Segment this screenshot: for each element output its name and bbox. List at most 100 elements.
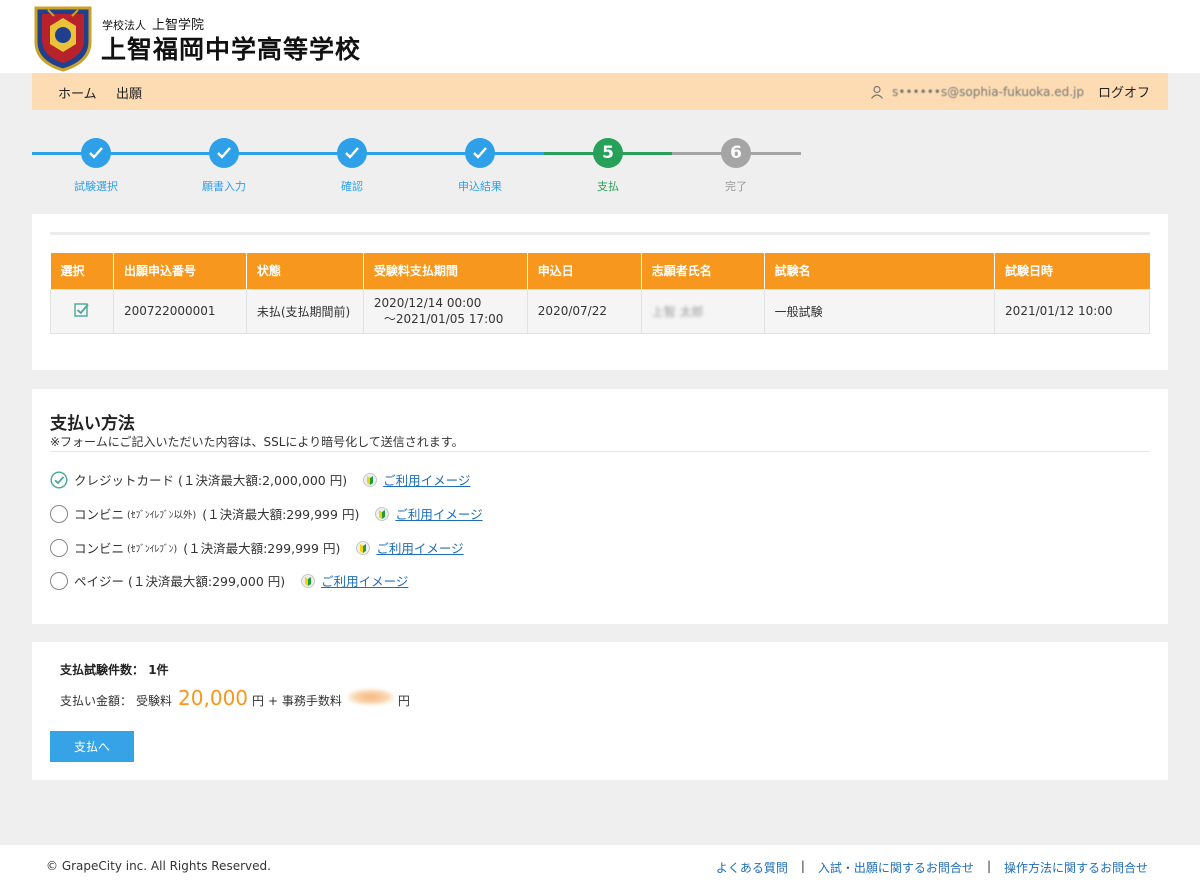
proceed-to-payment-button[interactable]: 支払へ	[50, 731, 134, 762]
col-header-select: 選択	[50, 253, 114, 289]
date-cell: 2020/07/22	[526, 288, 642, 334]
copyright: © GrapeCity inc. All Rights Reserved.	[46, 859, 271, 873]
footer-links: よくある質問 | 入試・出願に関するお問合せ | 操作方法に関するお問合せ	[715, 859, 1148, 876]
col-header-exam: 試験名	[764, 253, 996, 289]
radio-button[interactable]	[50, 571, 68, 590]
payment-option-credit-card[interactable]: クレジットカード (１決済最大額:2,000,000 円) ご利用イメージ	[50, 470, 470, 489]
option-limit: (１決済最大額:299,000 円)	[128, 574, 286, 589]
usage-image-link[interactable]: ご利用イメージ	[383, 470, 470, 489]
usage-image-link[interactable]: ご利用イメージ	[321, 571, 408, 590]
count-label: 支払試験件数：	[60, 663, 145, 677]
col-header-status: 状態	[246, 253, 364, 289]
step-1-label: 試験選択	[74, 180, 118, 193]
step-6: 6 完了	[721, 138, 751, 193]
user-icon	[871, 85, 884, 99]
option-name: ペイジー	[74, 574, 125, 589]
check-icon	[209, 138, 239, 168]
step-1: 試験選択	[74, 138, 118, 193]
ssl-note: ※フォームにご記入いただいた内容は、SSLにより暗号化して送信されます。	[50, 435, 464, 449]
step-6-number: 6	[721, 138, 751, 168]
datetime-cell: 2021/01/12 10:00	[994, 288, 1150, 334]
radio-button[interactable]	[50, 504, 68, 523]
nav-apply-link[interactable]: 出願	[116, 83, 142, 102]
fee-value: 20,000	[178, 686, 249, 710]
option-kana: (ｾﾌﾞﾝｲﾚﾌﾞﾝ以外)	[127, 509, 197, 521]
payment-method-title: 支払い方法	[50, 414, 135, 434]
step-6-label: 完了	[725, 180, 747, 193]
col-header-datetime: 試験日時	[994, 253, 1150, 289]
step-4-label: 申込結果	[458, 180, 502, 193]
beginner-mark-icon	[356, 540, 371, 555]
beginner-mark-icon	[301, 573, 316, 588]
radio-checked-icon[interactable]	[50, 470, 68, 489]
user-email: s••••••s@sophia-fukuoka.ed.jp	[892, 84, 1084, 99]
payment-divider	[50, 451, 1150, 452]
option-limit: (１決済最大額:299,999 円)	[202, 507, 360, 522]
applicant-name: 上智 太郎	[651, 304, 704, 319]
option-name: コンビニ	[74, 541, 125, 556]
operation-inquiry-link[interactable]: 操作方法に関するお問合せ	[1004, 859, 1148, 876]
progress-stepper: 試験選択 願書入力 確認 申込結果 5 支払 6 完了	[32, 138, 812, 198]
usage-image-link[interactable]: ご利用イメージ	[395, 504, 482, 523]
step-5-label: 支払	[597, 180, 619, 193]
step-5-number: 5	[593, 138, 623, 168]
option-limit: (１決済最大額:2,000,000 円)	[178, 473, 348, 488]
faq-link[interactable]: よくある質問	[716, 859, 788, 876]
usage-image-link[interactable]: ご利用イメージ	[376, 538, 463, 557]
payment-option-payeasy[interactable]: ペイジー (１決済最大額:299,000 円) ご利用イメージ	[50, 571, 408, 590]
application-table: 選択 出願申込番号 状態 受験料支払期間 申込日 志願者氏名 試験名 試験日時 …	[50, 253, 1150, 334]
radio-button[interactable]	[50, 538, 68, 557]
period-start: 2020/12/14 00:00	[373, 295, 482, 310]
table-top-divider	[50, 232, 1150, 235]
payment-summary-card: 支払試験件数： 1件 支払い金額： 受験料 20,000 円 + 事務手数料 円…	[32, 642, 1168, 780]
payment-amount: 支払い金額： 受験料 20,000 円 + 事務手数料 円	[60, 686, 410, 710]
option-name: コンビニ	[74, 507, 125, 522]
yen-label: 円	[252, 694, 265, 708]
table-row: 200722000001 未払(支払期間前) 2020/12/14 00:00 …	[50, 288, 1150, 334]
nav-home-link[interactable]: ホーム	[58, 83, 97, 102]
payment-option-convenience-seven[interactable]: コンビニ (ｾﾌﾞﾝｲﾚﾌﾞﾝ) (１決済最大額:299,999 円) ご利用イ…	[50, 538, 464, 557]
application-table-card: 選択 出願申込番号 状態 受験料支払期間 申込日 志願者氏名 試験名 試験日時 …	[32, 214, 1168, 370]
logoff-link[interactable]: ログオフ	[1098, 82, 1150, 101]
exam-cell: 一般試験	[763, 288, 996, 334]
beginner-mark-icon	[363, 472, 377, 487]
admission-inquiry-link[interactable]: 入試・出願に関するお問合せ	[818, 859, 974, 876]
payment-option-convenience-other[interactable]: コンビニ (ｾﾌﾞﾝｲﾚﾌﾞﾝ以外) (１決済最大額:299,999 円) ご利…	[50, 504, 483, 523]
app-no-cell: 200722000001	[112, 288, 247, 334]
handling-fee-value	[347, 689, 394, 705]
yen-label-2: 円	[397, 694, 410, 708]
period-cell: 2020/12/14 00:00 ～2021/01/05 17:00	[362, 288, 528, 334]
step-3-label: 確認	[341, 180, 363, 193]
check-icon	[465, 138, 495, 168]
payment-method-card: 支払い方法 ※フォームにご記入いただいた内容は、SSLにより暗号化して送信されま…	[32, 389, 1168, 624]
status-cell: 未払(支払期間前)	[245, 288, 364, 334]
col-header-period: 受験料支払期間	[363, 253, 528, 289]
option-name: クレジットカード	[74, 473, 175, 488]
option-kana: (ｾﾌﾞﾝｲﾚﾌﾞﾝ)	[127, 543, 178, 555]
payment-count: 支払試験件数： 1件	[60, 661, 169, 678]
col-header-app-no: 出願申込番号	[113, 253, 247, 289]
count-value: 1件	[148, 663, 169, 677]
school-crest-icon	[34, 6, 92, 72]
amount-label: 支払い金額：	[60, 694, 133, 708]
check-icon	[337, 138, 367, 168]
handling-fee-label: + 事務手数料	[268, 694, 342, 708]
select-cell[interactable]	[50, 288, 114, 334]
step-3: 確認	[337, 138, 367, 193]
step-4: 申込結果	[458, 138, 502, 193]
fee-label: 受験料	[136, 694, 173, 708]
step-2-label: 願書入力	[202, 180, 246, 193]
nav-bar: ホーム 出願 s••••••s@sophia-fukuoka.ed.jp ログオ…	[32, 73, 1168, 110]
checkbox-checked-icon[interactable]	[74, 302, 90, 318]
option-limit: (１決済最大額:299,999 円)	[183, 541, 341, 556]
table-header-row: 選択 出願申込番号 状態 受験料支払期間 申込日 志願者氏名 試験名 試験日時	[50, 253, 1150, 289]
check-icon	[81, 138, 111, 168]
period-end: ～2021/01/05 17:00	[383, 311, 504, 326]
school-title: 上智福岡中学高等学校	[101, 35, 362, 64]
nav-user-area: s••••••s@sophia-fukuoka.ed.jp ログオフ	[870, 82, 1150, 101]
site-header: 学校法人 上智学院 上智福岡中学高等学校	[0, 0, 1200, 73]
step-5: 5 支払	[593, 138, 623, 193]
name-cell: 上智 太郎	[640, 288, 765, 334]
site-footer: © GrapeCity inc. All Rights Reserved. よく…	[0, 845, 1200, 886]
beginner-mark-icon	[375, 506, 390, 521]
